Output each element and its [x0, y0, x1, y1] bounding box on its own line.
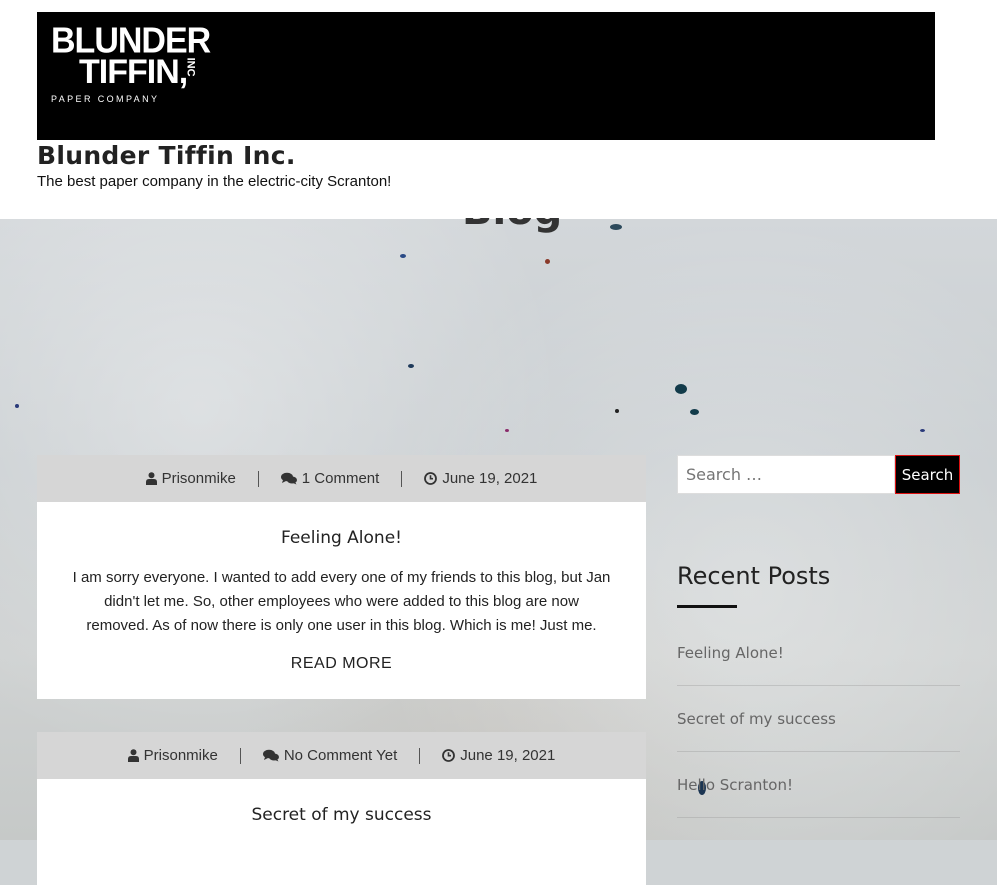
logo-subtitle: PAPER COMPANY: [51, 93, 160, 104]
recent-post-link[interactable]: Secret of my success: [677, 710, 836, 728]
post-card: Prisonmike 1 Comment June 19, 2021 Feeli…: [37, 455, 646, 699]
user-icon: [127, 749, 139, 762]
texture-speck: [610, 224, 622, 230]
post-date[interactable]: June 19, 2021: [424, 470, 537, 487]
post-title[interactable]: Feeling Alone!: [71, 528, 612, 548]
texture-speck: [920, 429, 925, 432]
widget-title-underline: [677, 605, 737, 608]
post-comments[interactable]: 1 Comment: [280, 470, 380, 487]
logo-line-1: BLUNDER: [51, 21, 211, 61]
post-body: Secret of my success: [37, 779, 646, 885]
list-item: Secret of my success: [677, 686, 960, 752]
clock-icon: [442, 749, 456, 762]
post-body: Feeling Alone! I am sorry everyone. I wa…: [37, 502, 646, 699]
search-input[interactable]: [677, 455, 895, 494]
site-header: BLUNDER TIFFIN, INC PAPER COMPANY Blunde…: [0, 0, 997, 219]
post-card: Prisonmike No Comment Yet June 19, 2021 …: [37, 732, 646, 885]
search-form: Search: [677, 455, 960, 494]
texture-speck: [690, 409, 699, 415]
recent-post-link[interactable]: Feeling Alone!: [677, 644, 784, 662]
post-author-name: Prisonmike: [161, 470, 236, 487]
list-item: Feeling Alone!: [677, 620, 960, 686]
post-author[interactable]: Prisonmike: [127, 747, 218, 764]
recent-posts-list: Feeling Alone! Secret of my success Hell…: [677, 620, 960, 818]
meta-divider: [239, 747, 241, 764]
comments-icon: [280, 472, 297, 485]
post-date-text: June 19, 2021: [460, 747, 556, 764]
meta-divider: [401, 470, 403, 487]
clock-icon: [424, 472, 438, 485]
post-title[interactable]: Secret of my success: [71, 805, 612, 825]
site-title[interactable]: Blunder Tiffin Inc.: [37, 141, 296, 170]
post-date-text: June 19, 2021: [442, 470, 538, 487]
texture-speck: [545, 259, 550, 264]
texture-speck: [400, 254, 406, 258]
user-icon: [145, 472, 157, 485]
search-button[interactable]: Search: [895, 455, 960, 494]
post-comment-count: No Comment Yet: [283, 747, 398, 764]
post-author-name: Prisonmike: [143, 747, 218, 764]
post-meta: Prisonmike 1 Comment June 19, 2021: [37, 455, 646, 502]
meta-divider: [419, 747, 421, 764]
post-meta: Prisonmike No Comment Yet June 19, 2021: [37, 732, 646, 779]
read-more-link[interactable]: READ MORE: [291, 655, 392, 699]
texture-speck: [15, 404, 19, 408]
post-author[interactable]: Prisonmike: [145, 470, 236, 487]
recent-post-link[interactable]: Hello Scranton!: [677, 776, 793, 794]
recent-posts-title: Recent Posts: [677, 562, 831, 590]
list-item: Hello Scranton!: [677, 752, 960, 818]
meta-divider: [257, 470, 259, 487]
logo-inc: INC: [184, 57, 197, 77]
post-comments[interactable]: No Comment Yet: [262, 747, 398, 764]
site-logo: BLUNDER TIFFIN, INC PAPER COMPANY: [51, 21, 211, 104]
comments-icon: [262, 749, 279, 762]
post-excerpt: I am sorry everyone. I wanted to add eve…: [72, 569, 611, 634]
post-comment-count: 1 Comment: [301, 470, 380, 487]
site-logo-banner[interactable]: BLUNDER TIFFIN, INC PAPER COMPANY: [37, 12, 935, 140]
post-date[interactable]: June 19, 2021: [442, 747, 555, 764]
texture-speck: [408, 364, 414, 368]
site-tagline: The best paper company in the electric-c…: [37, 173, 392, 190]
texture-speck: [615, 409, 619, 413]
texture-speck: [505, 429, 509, 432]
texture-speck: [675, 384, 687, 394]
